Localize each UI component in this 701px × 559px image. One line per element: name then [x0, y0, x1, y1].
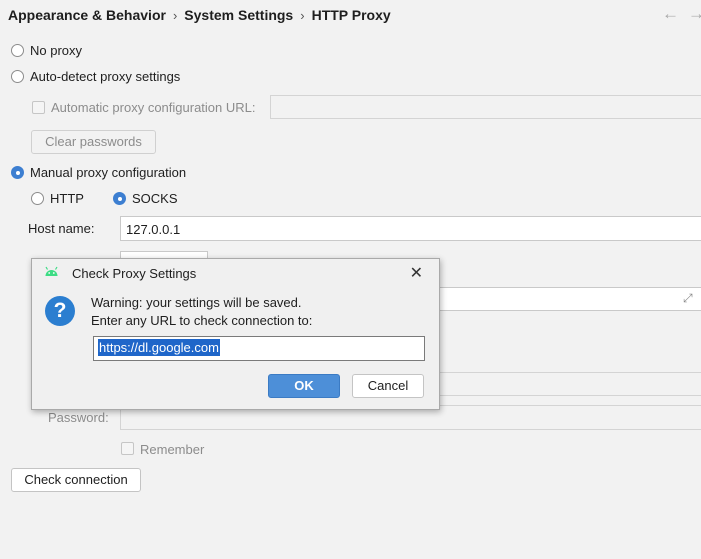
- android-icon: [45, 266, 58, 276]
- manual-proxy-label: Manual proxy configuration: [30, 165, 187, 180]
- breadcrumb-separator: ›: [300, 8, 305, 23]
- url-input-selected-text: https://dl.google.com: [98, 339, 220, 356]
- auto-detect-radio[interactable]: [11, 70, 24, 83]
- cancel-button[interactable]: Cancel: [352, 374, 424, 398]
- auto-config-url-label: Automatic proxy configuration URL:: [51, 100, 256, 115]
- check-connection-button[interactable]: Check connection: [11, 468, 141, 492]
- breadcrumb-appearance[interactable]: Appearance & Behavior: [8, 7, 166, 23]
- forward-arrow-icon[interactable]: →: [688, 4, 701, 24]
- no-proxy-label: No proxy: [30, 43, 83, 58]
- close-icon[interactable]: ✕: [410, 263, 423, 283]
- socks-label: SOCKS: [132, 191, 178, 206]
- check-proxy-dialog: Check Proxy Settings ✕ ? Warning: your s…: [31, 258, 440, 410]
- remember-checkbox[interactable]: [121, 442, 134, 455]
- no-proxy-radio[interactable]: [11, 44, 24, 57]
- host-name-input[interactable]: 127.0.0.1: [120, 216, 701, 241]
- host-name-label: Host name:: [28, 221, 95, 236]
- breadcrumb-system-settings[interactable]: System Settings: [184, 7, 293, 23]
- http-radio[interactable]: [31, 192, 44, 205]
- help-question-icon: ?: [45, 296, 75, 326]
- url-input[interactable]: https://dl.google.com: [93, 336, 425, 361]
- dialog-warning-text: Warning: your settings will be saved.: [91, 295, 302, 310]
- dialog-title: Check Proxy Settings: [72, 266, 197, 281]
- http-label: HTTP: [50, 191, 84, 206]
- expand-icon[interactable]: ⤢: [683, 291, 693, 306]
- clear-passwords-button[interactable]: Clear passwords: [31, 130, 156, 154]
- password-label: Password:: [48, 410, 109, 425]
- socks-radio[interactable]: [113, 192, 126, 205]
- auto-config-url-checkbox[interactable]: [32, 101, 45, 114]
- back-arrow-icon[interactable]: ←: [662, 4, 679, 24]
- auto-detect-label: Auto-detect proxy settings: [30, 69, 181, 84]
- auto-config-url-input[interactable]: [270, 95, 701, 119]
- manual-proxy-radio[interactable]: [11, 166, 24, 179]
- breadcrumb-http-proxy: HTTP Proxy: [311, 7, 391, 23]
- ok-button[interactable]: OK: [268, 374, 340, 398]
- dialog-prompt-text: Enter any URL to check connection to:: [91, 313, 313, 328]
- breadcrumb-separator: ›: [172, 8, 178, 23]
- breadcrumb: Appearance & Behavior › System Settings › HT…: [8, 7, 391, 23]
- remember-label: Remember: [140, 442, 205, 457]
